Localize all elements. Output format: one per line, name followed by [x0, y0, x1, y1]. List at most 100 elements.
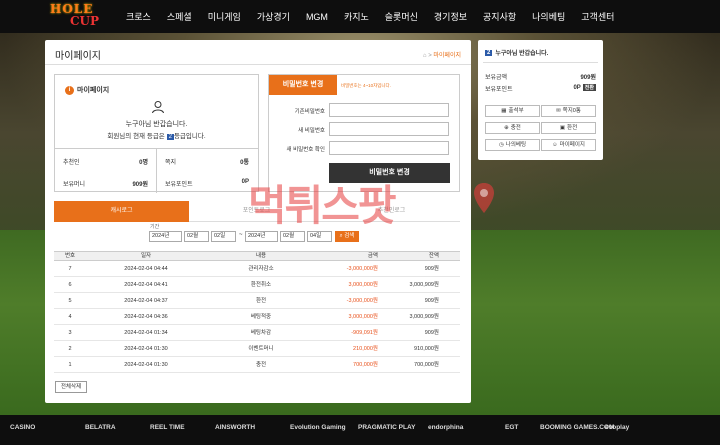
- nav-notice[interactable]: 공지사항: [483, 10, 516, 23]
- table-row: 7 2024-02-04 04:44 관리자감소 -3,000,000원 909원: [54, 261, 460, 277]
- row-balance: 700,000원: [414, 362, 439, 368]
- row-description: 환전: [255, 298, 267, 304]
- row-date: 2024-02-04 01:30: [124, 346, 168, 352]
- row-amount: -3,000,000원: [346, 266, 378, 272]
- row-balance: 3,000,909원: [409, 314, 439, 320]
- table-row: 6 2024-02-04 04:41 환전취소 3,000,000원 3,000,909…: [54, 277, 460, 293]
- calendar-icon: ▦: [501, 108, 507, 114]
- provider-logo: AINSWORTH: [215, 424, 256, 431]
- mail-icon: ✉: [556, 108, 561, 114]
- period-label: 기간: [150, 224, 160, 230]
- row-date: 2024-02-04 01:30: [124, 362, 168, 368]
- profile-card: i 마이페이지 누구아님 반갑습니다. 회원님의 현재 등급은 2 등급입니다. …: [54, 74, 259, 193]
- page-title: 마이페이지: [55, 51, 101, 62]
- row-number: 1: [68, 362, 72, 368]
- nav-special[interactable]: 스페셜: [167, 10, 192, 23]
- row-balance: 910,000원: [414, 346, 439, 352]
- divider: [45, 64, 471, 65]
- mypage-button[interactable]: ☺ 마이페이지: [541, 139, 596, 151]
- top-nav: HOLE CUP 크로스 스페셜 미니게임 가상경기 MGM 카지노 슬롯머신 …: [0, 0, 720, 33]
- row-amount: 3,000,000원: [348, 282, 378, 288]
- nav-mgm[interactable]: MGM: [306, 12, 328, 22]
- row-date: 2024-02-04 01:34: [124, 330, 168, 336]
- row-description: 환전취소: [250, 282, 272, 288]
- provider-footer: CASINO BELATRA REEL TIME AINSWORTH Evolu…: [0, 415, 720, 445]
- side-money: 보유금액 909원: [485, 75, 596, 81]
- row-number: 6: [68, 282, 72, 288]
- nav-slot[interactable]: 슬롯머신: [385, 10, 418, 23]
- provider-logo: BELATRA: [85, 424, 116, 431]
- stat-money: 보유머니 909원: [63, 182, 148, 188]
- cash-log-table: 번호 일자 내용 금액 잔액 7 2024-02-04 04:44 관리자감소 -3,…: [54, 251, 460, 373]
- nav-casino[interactable]: 카지노: [344, 10, 369, 23]
- stat-points: 보유포인트 0P: [156, 171, 257, 193]
- level-badge: 2: [166, 134, 174, 140]
- current-password-input[interactable]: [329, 103, 449, 117]
- row-description: 충전: [255, 362, 267, 368]
- provider-logo: REEL TIME: [150, 424, 185, 431]
- messages-button[interactable]: ✉ 쪽지0통: [541, 105, 596, 117]
- row-description: 베팅차감: [250, 330, 272, 336]
- provider-logo: endorphina: [428, 424, 464, 431]
- row-balance: 909원: [424, 330, 439, 336]
- table-row: 5 2024-02-04 04:37 환전 -3,000,000원 909원: [54, 293, 460, 309]
- nav-virtual[interactable]: 가상경기: [257, 10, 290, 23]
- withdraw-button[interactable]: ▣ 환전: [541, 122, 596, 134]
- provider-logo: CASINO: [10, 424, 36, 431]
- deposit-icon: ⊕: [504, 125, 509, 131]
- attendance-button[interactable]: ▦ 출석부: [485, 105, 540, 117]
- row-date: 2024-02-04 04:37: [124, 298, 168, 304]
- from-month-select[interactable]: 02월: [184, 231, 209, 242]
- user-icon: ☺: [552, 142, 558, 148]
- confirm-password-input[interactable]: [329, 141, 449, 155]
- table-row: 1 2024-02-04 01:30 충전 700,000원 700,000원: [54, 357, 460, 373]
- row-balance: 3,000,909원: [409, 282, 439, 288]
- tab-cash-log[interactable]: 캐시로그: [54, 201, 189, 222]
- side-greeting: 누구아님 반갑습니다.: [495, 51, 549, 57]
- stat-messages[interactable]: 쪽지 0통: [156, 149, 257, 171]
- stat-referrer: 추천인 0명: [63, 160, 148, 166]
- site-logo[interactable]: HOLE CUP: [50, 3, 115, 30]
- nav-support[interactable]: 고객센터: [581, 10, 614, 23]
- row-balance: 909원: [424, 298, 439, 304]
- nav-my-bets[interactable]: 나의베팅: [532, 10, 565, 23]
- from-day-select[interactable]: 02일: [211, 231, 236, 242]
- side-level-badge: 2: [485, 49, 493, 56]
- row-number: 4: [68, 314, 72, 320]
- my-bets-button[interactable]: ◷ 나의베팅: [485, 139, 540, 151]
- search-icon: ⌕: [339, 233, 343, 239]
- table-row: 3 2024-02-04 01:34 베팅차감 -909,091원 909원: [54, 325, 460, 341]
- row-date: 2024-02-04 04:44: [124, 266, 168, 272]
- row-amount: 210,000원: [353, 346, 378, 352]
- password-tab[interactable]: 비밀번호 변경: [269, 75, 337, 95]
- greeting: 누구아님 반갑습니다.: [125, 121, 188, 128]
- row-amount: 700,000원: [353, 362, 378, 368]
- main-menu: 크로스 스페셜 미니게임 가상경기 MGM 카지노 슬롯머신 경기정보 공지사항…: [118, 0, 622, 33]
- password-note: 비밀번호는 4~10자입니다.: [341, 83, 391, 88]
- row-balance: 909원: [424, 266, 439, 272]
- table-row: 4 2024-02-04 04:36 베팅적중 3,000,000원 3,000,909…: [54, 309, 460, 325]
- profile-card-title: 마이페이지: [77, 87, 110, 94]
- row-number: 3: [68, 330, 72, 336]
- convert-button[interactable]: 전환: [582, 84, 596, 91]
- watermark-text: 먹튀스팟: [248, 181, 397, 230]
- deposit-button[interactable]: ⊕ 충전: [485, 122, 540, 134]
- nav-cross[interactable]: 크로스: [126, 10, 151, 23]
- row-amount: 3,000,000원: [348, 314, 378, 320]
- delete-all-button[interactable]: 전체삭제: [55, 381, 87, 393]
- side-point: 보유포인트 0P 전환: [485, 84, 596, 93]
- row-description: 관리자감소: [248, 266, 274, 272]
- provider-logo: evoplay: [605, 424, 630, 431]
- row-number: 2: [68, 346, 72, 352]
- info-icon: i: [65, 85, 74, 95]
- from-year-select[interactable]: 2024년: [149, 231, 182, 242]
- level-line: 회원님의 현재 등급은 2 등급입니다.: [107, 133, 206, 140]
- nav-minigame[interactable]: 미니게임: [208, 10, 241, 23]
- nav-game-info[interactable]: 경기정보: [434, 10, 467, 23]
- home-icon[interactable]: ⌂: [423, 53, 427, 59]
- new-password-input[interactable]: [329, 122, 449, 136]
- breadcrumb: ⌂ > 마이페이지: [422, 53, 461, 59]
- row-amount: -909,091원: [351, 330, 378, 336]
- row-description: 이벤트머니: [248, 346, 274, 352]
- side-account-panel: 2 누구아님 반갑습니다. 보유금액 909원 보유포인트 0P 전환 ▦ 출석부 ✉ 쪽…: [478, 40, 603, 160]
